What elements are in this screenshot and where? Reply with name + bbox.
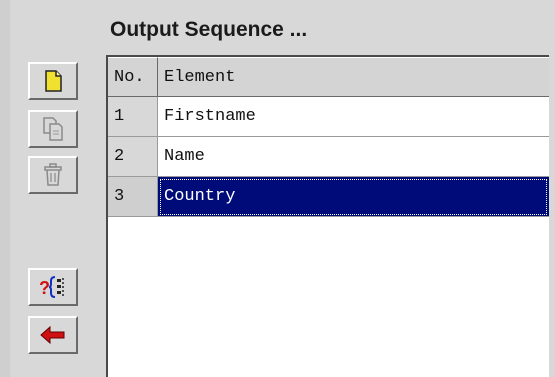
window-left-edge xyxy=(0,0,10,377)
copy-item-button[interactable] xyxy=(28,110,78,148)
new-item-button[interactable] xyxy=(28,62,78,100)
table-row-selected[interactable]: 3 Country xyxy=(108,177,549,217)
column-header-element[interactable]: Element xyxy=(158,57,549,97)
delete-item-button[interactable] xyxy=(28,156,78,194)
row-element[interactable]: Firstname xyxy=(158,97,549,137)
column-header-no[interactable]: No. xyxy=(108,57,158,97)
output-sequence-panel: Output Sequence ... ? No. Element 1 Firs… xyxy=(0,0,555,377)
output-sequence-table[interactable]: No. Element 1 Firstname 2 Name 3 Country xyxy=(106,55,549,377)
row-element[interactable]: Name xyxy=(158,137,549,177)
svg-text:?: ? xyxy=(39,278,50,298)
panel-title: Output Sequence ... xyxy=(110,18,308,41)
sequence-toolbar: ? xyxy=(28,58,84,358)
table-row[interactable]: 2 Name xyxy=(108,137,549,177)
row-number: 2 xyxy=(108,137,158,177)
row-number: 3 xyxy=(108,177,158,217)
table-header-row: No. Element xyxy=(108,57,549,97)
insert-condition-button[interactable]: ? xyxy=(28,268,78,306)
row-number: 1 xyxy=(108,97,158,137)
table-row[interactable]: 1 Firstname xyxy=(108,97,549,137)
move-back-button[interactable] xyxy=(28,316,78,354)
row-element[interactable]: Country xyxy=(158,177,549,217)
